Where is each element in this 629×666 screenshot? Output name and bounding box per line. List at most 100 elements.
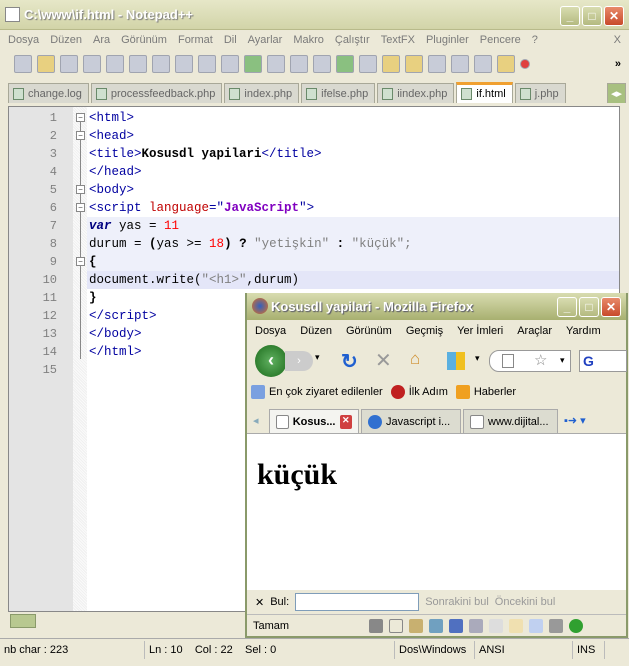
ff-minimize-button[interactable]: _ (557, 297, 577, 317)
copy-icon[interactable] (198, 55, 216, 73)
indent-guide-icon[interactable] (474, 55, 492, 73)
bookmark-most-visited[interactable]: En çok ziyaret edilenler (269, 386, 383, 398)
menu-dil[interactable]: Dil (224, 34, 237, 46)
close-button[interactable]: ✕ (604, 6, 624, 26)
new-file-icon[interactable] (14, 55, 32, 73)
ff-menu-yardim[interactable]: Yardım (566, 325, 601, 337)
close-find-icon[interactable]: ✕ (255, 596, 264, 609)
back-button[interactable]: ‹ (255, 345, 287, 377)
tab-if-html[interactable]: if.html (456, 82, 513, 103)
redo-icon[interactable] (267, 55, 285, 73)
ff-maximize-button[interactable]: □ (579, 297, 599, 317)
fold-toggle[interactable]: − (76, 113, 85, 122)
fold-toggle[interactable]: − (76, 131, 85, 140)
sync-vertical-icon[interactable] (382, 55, 400, 73)
ff-menu-araclar[interactable]: Araçlar (517, 325, 552, 337)
tab-dijital[interactable]: www.dijital... (463, 409, 558, 433)
find-prev-button[interactable]: Öncekini bul (495, 596, 556, 608)
tab-scroll-left[interactable]: ◂ (253, 414, 259, 427)
save-icon[interactable] (449, 618, 464, 633)
menu-calistir[interactable]: Çalıştır (335, 34, 370, 46)
fold-toggle[interactable]: − (76, 257, 85, 266)
replace-icon[interactable] (313, 55, 331, 73)
menu-textfx[interactable]: TextFX (381, 34, 415, 46)
tab-kosusdl[interactable]: Kosus... ✕ (269, 409, 359, 433)
ff-menu-gorunum[interactable]: Görünüm (346, 325, 392, 337)
history-dropdown[interactable]: ▾ (315, 352, 320, 363)
horizontal-scrollbar[interactable] (10, 614, 36, 628)
show-all-chars-icon[interactable] (451, 55, 469, 73)
bookmark-news[interactable]: Haberler (474, 386, 516, 398)
tab-index[interactable]: index.php (224, 83, 300, 103)
tab-j-php[interactable]: j.php (514, 83, 566, 103)
ff-menu-duzen[interactable]: Düzen (300, 325, 332, 337)
open-file-icon[interactable] (37, 55, 55, 73)
find-next-button[interactable]: Sonrakini bul (425, 596, 489, 608)
google-icon[interactable]: G (583, 353, 594, 369)
minimize-button[interactable]: _ (560, 6, 580, 26)
reload-icon[interactable]: ↻ (341, 349, 358, 374)
web-icon[interactable] (429, 618, 444, 633)
tab-change-log[interactable]: change.log (8, 83, 89, 103)
save-all-icon[interactable] (83, 55, 101, 73)
word-wrap-icon[interactable] (428, 55, 446, 73)
print-icon[interactable] (469, 618, 484, 633)
cut-icon[interactable] (175, 55, 193, 73)
print-icon[interactable] (152, 55, 170, 73)
url-dropdown[interactable]: ▾ (560, 355, 565, 366)
toolbar-overflow-button[interactable]: » (615, 58, 621, 70)
menu-ara[interactable]: Ara (93, 34, 110, 46)
tab-scroll-arrows[interactable]: ◂▸ (606, 83, 626, 103)
zoom-out-icon[interactable] (359, 55, 377, 73)
bookmark-star-icon[interactable]: ☆ (534, 351, 547, 369)
close-document-button[interactable]: X (614, 34, 621, 46)
menu-format[interactable]: Format (178, 34, 213, 46)
note-icon[interactable] (509, 618, 524, 633)
page-icon[interactable] (389, 618, 404, 633)
ff-menu-gecmis[interactable]: Geçmiş (406, 325, 443, 337)
home-icon[interactable]: ⌂ (410, 349, 420, 369)
fold-toggle[interactable]: − (76, 185, 85, 194)
menu-pencere[interactable]: Pencere (480, 34, 521, 46)
menu-ayarlar[interactable]: Ayarlar (248, 34, 283, 46)
stop-icon[interactable]: ✕ (375, 348, 392, 373)
info-icon[interactable] (569, 618, 584, 633)
ff-menu-dosya[interactable]: Dosya (255, 325, 286, 337)
firebug-icon[interactable] (369, 618, 384, 633)
menu-gorunum[interactable]: Görünüm (121, 34, 167, 46)
apps-icon[interactable] (447, 352, 465, 370)
search-bar[interactable]: G (579, 350, 627, 372)
close-file-icon[interactable] (106, 55, 124, 73)
ff-close-button[interactable]: ✕ (601, 297, 621, 317)
tab-javascript[interactable]: Javascript i... (361, 409, 461, 433)
url-bar[interactable]: ☆ ▾ (489, 350, 571, 372)
apps-dropdown[interactable]: ▾ (475, 353, 480, 364)
ff-menu-yer-imleri[interactable]: Yer İmleri (457, 325, 503, 337)
undo-icon[interactable] (244, 55, 262, 73)
validator-icon[interactable] (529, 618, 544, 633)
tools-icon[interactable] (549, 618, 564, 633)
find-icon[interactable] (290, 55, 308, 73)
close-all-icon[interactable] (129, 55, 147, 73)
refresh-icon[interactable] (489, 618, 504, 633)
menu-pluginler[interactable]: Pluginler (426, 34, 469, 46)
menu-duzen[interactable]: Düzen (50, 34, 82, 46)
menu-help[interactable]: ? (532, 34, 538, 46)
tab-processfeedback[interactable]: processfeedback.php (90, 83, 223, 103)
tab-ifelse[interactable]: ifelse.php (301, 83, 376, 103)
user-lang-icon[interactable] (497, 55, 515, 73)
edit-icon[interactable] (409, 618, 424, 633)
find-input[interactable] (295, 593, 420, 611)
tab-iindex[interactable]: iindex.php (377, 83, 455, 103)
record-macro-icon[interactable] (520, 59, 530, 69)
paste-icon[interactable] (221, 55, 239, 73)
fold-toggle[interactable]: − (76, 203, 85, 212)
save-icon[interactable] (60, 55, 78, 73)
zoom-in-icon[interactable] (336, 55, 354, 73)
tab-list-arrow[interactable]: ▪➜ ▾ (564, 414, 586, 427)
maximize-button[interactable]: □ (582, 6, 602, 26)
bookmark-first-steps[interactable]: İlk Adım (409, 386, 448, 398)
menu-dosya[interactable]: Dosya (8, 34, 39, 46)
forward-button[interactable]: › (285, 351, 313, 371)
sync-horizontal-icon[interactable] (405, 55, 423, 73)
